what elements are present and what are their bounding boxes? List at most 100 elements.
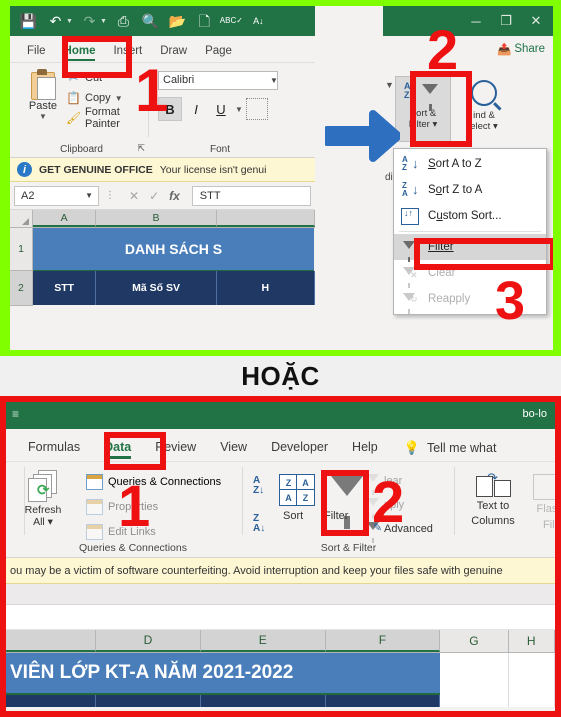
open-file-icon[interactable]: 📂 (165, 8, 190, 34)
tab-developer[interactable]: Developer (259, 436, 340, 461)
column-header-f[interactable]: F (325, 630, 441, 652)
close-icon[interactable]: ✕ (521, 6, 551, 36)
bottom-blank-g[interactable] (440, 695, 509, 707)
bottom-annotation-number-1: 1 (118, 474, 151, 539)
clipboard-group-label: Clipboard (60, 144, 103, 155)
spelling-icon[interactable]: ABC✓ (219, 8, 244, 34)
hoac-text: HOẶC (241, 360, 320, 391)
sort-ascending-icon: A Z ↓ (402, 155, 419, 172)
cell-c2-ho[interactable]: H (216, 271, 315, 305)
bottom-header-cell-1[interactable] (6, 695, 97, 707)
menu-item-sort-a-to-z[interactable]: A Z ↓ Sort A to Z (394, 151, 546, 177)
formula-bar-handle[interactable]: ⋮ (103, 190, 117, 201)
tell-me-search[interactable]: 💡 Tell me what (390, 440, 497, 461)
sort-a-to-z-button[interactable]: A Z↓ (253, 476, 264, 496)
column-header-d[interactable]: D (96, 630, 201, 652)
name-box[interactable]: A2 ▼ (14, 185, 99, 206)
quick-print-icon[interactable]: ⎙ (111, 8, 136, 34)
row-header-2[interactable]: 2 (10, 271, 33, 306)
sort-dialog-icon: Z A A Z (279, 474, 315, 506)
column-header-h[interactable]: H (508, 630, 555, 652)
paintbrush-icon: 🖌 (66, 111, 82, 125)
name-box-value: A2 (21, 189, 35, 202)
tab-page-layout[interactable]: Page (196, 42, 241, 62)
grid-row-1: 1 DANH SÁCH S (10, 228, 315, 271)
column-header-partial[interactable] (6, 630, 97, 652)
formula-bar: A2 ▼ ⋮ ✕ ✓ fx STT (10, 182, 315, 210)
bottom-title-cell[interactable]: VIÊN LỚP KT-A NĂM 2021-2022 (6, 653, 441, 695)
share-button[interactable]: 📤 Share (497, 42, 545, 56)
sort-descending-icon: Z A ↓ (402, 181, 419, 198)
cell-b2-maso[interactable]: Mã Số SV (96, 271, 217, 305)
print-preview-icon[interactable]: 🔍 (138, 8, 163, 34)
annotation-box-sort-filter (410, 71, 472, 147)
divider-label: HOẶC (0, 356, 561, 396)
group-font: Calibri ▼ B I U ▼ Font (150, 63, 315, 157)
redo-icon[interactable]: ↷ (77, 8, 102, 34)
tab-view[interactable]: View (208, 436, 259, 461)
font-name-input[interactable]: Calibri (158, 71, 278, 90)
paste-caret-icon[interactable]: ▼ (22, 112, 64, 121)
bottom-header-cell-2[interactable] (96, 695, 201, 707)
row-header-1[interactable]: 1 (10, 228, 33, 271)
accept-formula-icon[interactable]: ✓ (149, 189, 159, 203)
menu-label-reapply: Reapply (428, 293, 471, 305)
bottom-header-cell-3[interactable] (200, 695, 326, 707)
refresh-all-button[interactable]: Refresh All ▾ (16, 504, 70, 528)
quick-access-toolbar[interactable]: 💾 ↶ ▼ ↷ ▼ ⎙ 🔍 📂 🗋 ABC✓ A↓ (16, 6, 271, 36)
cell-a2-stt[interactable]: STT (32, 271, 97, 305)
column-header-c[interactable] (216, 210, 315, 227)
queries-connections-button[interactable]: Queries & Connections (86, 474, 221, 490)
license-heading: GET GENUINE OFFICE (39, 163, 153, 176)
menu-item-custom-sort[interactable]: Custom Sort... (394, 203, 546, 229)
minimize-icon[interactable]: ─ (461, 6, 491, 36)
tab-file[interactable]: File (18, 42, 55, 62)
flash-fill-button[interactable]: Flash Fill (521, 474, 558, 532)
redo-caret-icon[interactable]: ▼ (100, 18, 107, 25)
clipboard-dialog-launcher-icon[interactable]: ⇱ (137, 143, 145, 154)
underline-button[interactable]: U (210, 98, 232, 120)
menu-item-sort-z-to-a[interactable]: Z A ↓ Sort Z to A (394, 177, 546, 203)
flash-fill-line2: Fill (542, 519, 558, 531)
underline-caret-icon[interactable]: ▼ (235, 105, 243, 114)
column-header-e[interactable]: E (200, 630, 326, 652)
column-header-g[interactable]: G (440, 630, 509, 652)
sort-z-to-a-button[interactable]: Z A↓ (253, 514, 265, 534)
copy-caret-icon[interactable]: ▼ (115, 94, 123, 103)
bottom-header-cell-4[interactable] (325, 695, 441, 707)
cell-g[interactable] (440, 653, 509, 695)
sort-ascending-icon[interactable]: A↓ (246, 8, 271, 34)
tab-formulas[interactable]: Formulas (16, 436, 92, 461)
paste-button[interactable]: Paste ▼ (22, 69, 64, 121)
collapse-caret-icon[interactable]: ▼ (385, 80, 394, 90)
name-box-caret-icon[interactable]: ▼ (85, 191, 93, 200)
column-header-b[interactable]: B (96, 210, 217, 227)
queries-group-label: Queries & Connections (79, 542, 187, 554)
save-icon[interactable]: 💾 (16, 8, 41, 34)
bottom-ribbon-tabs[interactable]: Formulas Data Review View Developer Help… (6, 429, 555, 462)
italic-button[interactable]: I (185, 98, 207, 120)
cell-h[interactable] (508, 653, 555, 695)
text-to-columns-button[interactable]: ↷ Text to Columns (464, 470, 522, 528)
undo-caret-icon[interactable]: ▼ (66, 18, 73, 25)
font-name-caret-icon[interactable]: ▼ (270, 76, 278, 85)
undo-icon[interactable]: ↶ (43, 8, 68, 34)
text-to-columns-line2: Columns (471, 515, 515, 527)
insert-function-icon[interactable]: fx (169, 189, 180, 203)
new-file-icon[interactable]: 🗋 (192, 8, 217, 34)
qat-overflow-icon[interactable]: ≡ (12, 407, 19, 421)
right-title-bar: ─ ❐ ✕ (383, 6, 553, 36)
cancel-formula-icon[interactable]: ✕ (129, 189, 139, 203)
select-all-corner[interactable] (10, 210, 33, 227)
refresh-all-icon: ⟳ (28, 470, 58, 502)
sort-button[interactable]: Sort (283, 510, 303, 522)
formula-input[interactable]: STT (191, 185, 311, 206)
tab-help[interactable]: Help (340, 436, 390, 461)
bottom-blank-h[interactable] (508, 695, 555, 707)
column-header-a[interactable]: A (32, 210, 97, 227)
borders-button[interactable] (245, 98, 268, 120)
edit-links-icon (86, 524, 103, 540)
flash-fill-icon (533, 474, 555, 500)
restore-icon[interactable]: ❐ (491, 6, 521, 36)
cell-a1-title[interactable]: DANH SÁCH S (33, 228, 314, 271)
